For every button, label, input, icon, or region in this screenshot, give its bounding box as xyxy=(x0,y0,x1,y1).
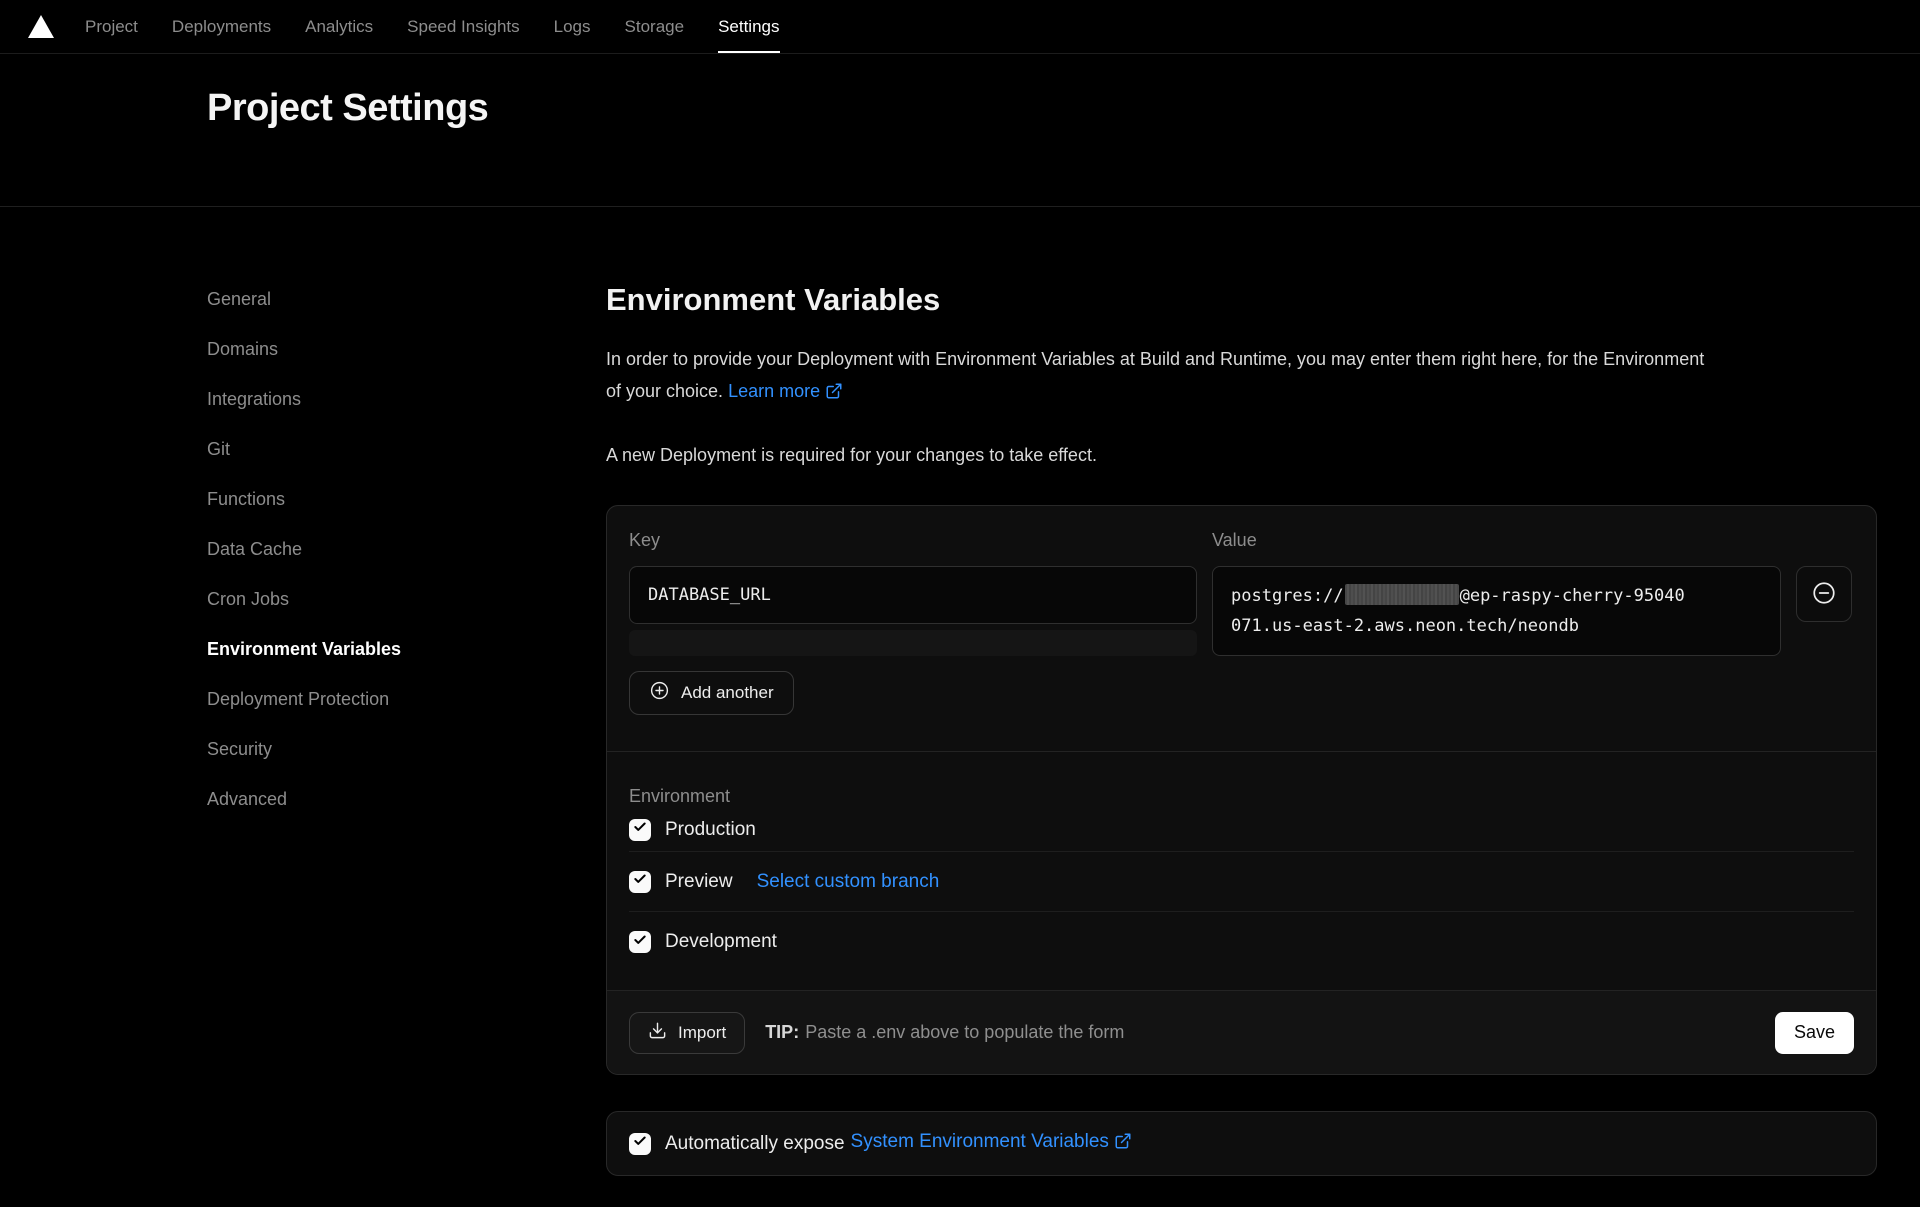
tip-body: Paste a .env above to populate the form xyxy=(805,1022,1124,1042)
redacted-credentials xyxy=(1345,584,1459,605)
download-icon xyxy=(648,1021,667,1045)
sidebar-item-functions[interactable]: Functions xyxy=(207,474,517,524)
value-prefix: postgres:// xyxy=(1231,586,1344,606)
plus-circle-icon xyxy=(649,680,670,706)
key-input[interactable]: DATABASE_URL xyxy=(629,566,1197,624)
development-checkbox[interactable] xyxy=(629,931,651,953)
section-description: In order to provide your Deployment with… xyxy=(606,343,1877,410)
sidebar-item-environment-variables[interactable]: Environment Variables xyxy=(207,624,517,674)
nav-tab-analytics[interactable]: Analytics xyxy=(305,0,373,53)
env-var-form-card: Key Value DATABASE_URL postgres:// @ep-ra… xyxy=(606,505,1877,1075)
description-line-1: In order to provide your Deployment with… xyxy=(606,349,1704,369)
system-env-card: Automatically expose System Environment … xyxy=(606,1111,1877,1176)
sidebar-item-domains[interactable]: Domains xyxy=(207,324,517,374)
checkmark-icon xyxy=(633,1134,647,1153)
checkmark-icon xyxy=(633,820,647,839)
system-env-link[interactable]: System Environment Variables xyxy=(851,1131,1132,1156)
add-another-button[interactable]: Add another xyxy=(629,671,794,715)
sidebar-item-integrations[interactable]: Integrations xyxy=(207,374,517,424)
value-line-1: postgres:// @ep-raspy-cherry-95040 xyxy=(1231,581,1762,611)
value-input[interactable]: postgres:// @ep-raspy-cherry-95040 071.us… xyxy=(1212,566,1781,656)
nav-tab-project[interactable]: Project xyxy=(85,0,138,53)
external-link-icon xyxy=(1114,1132,1132,1156)
description-line-2: of your choice. xyxy=(606,381,723,401)
tip-bold: TIP: xyxy=(765,1022,799,1042)
section-heading: Environment Variables xyxy=(606,280,1877,320)
settings-sidebar: General Domains Integrations Git Functio… xyxy=(207,274,517,824)
page-title: Project Settings xyxy=(207,87,488,130)
environment-label: Environment xyxy=(629,786,1854,808)
nav-tab-speed-insights[interactable]: Speed Insights xyxy=(407,0,519,53)
import-button[interactable]: Import xyxy=(629,1012,745,1054)
env-row-production: Production xyxy=(629,808,1854,852)
key-input-strip xyxy=(629,630,1197,656)
value-label: Value xyxy=(1212,530,1781,552)
sidebar-item-data-cache[interactable]: Data Cache xyxy=(207,524,517,574)
external-link-icon xyxy=(825,378,843,410)
nav-items: Project Deployments Analytics Speed Insi… xyxy=(85,0,780,53)
add-row: Add another xyxy=(607,656,1876,715)
production-checkbox[interactable] xyxy=(629,819,651,841)
checkmark-icon xyxy=(633,933,647,952)
page-header: Project Settings xyxy=(0,54,1920,206)
preview-checkbox[interactable] xyxy=(629,871,651,893)
learn-more-link[interactable]: Learn more xyxy=(728,381,843,401)
value-suffix: @ep-raspy-cherry-95040 xyxy=(1460,586,1685,606)
save-button[interactable]: Save xyxy=(1775,1012,1854,1054)
tip-text: TIP: Paste a .env above to populate the f… xyxy=(765,1022,1124,1043)
sidebar-item-cron-jobs[interactable]: Cron Jobs xyxy=(207,574,517,624)
form-top: Key Value DATABASE_URL postgres:// @ep-ra… xyxy=(607,506,1876,656)
env-row-preview: Preview Select custom branch xyxy=(629,852,1854,912)
minus-circle-icon xyxy=(1811,580,1837,609)
nav-tab-settings[interactable]: Settings xyxy=(718,0,779,53)
key-label: Key xyxy=(629,530,1197,552)
learn-more-label: Learn more xyxy=(728,381,820,401)
key-column: DATABASE_URL xyxy=(629,566,1197,656)
checkmark-icon xyxy=(633,872,647,891)
preview-label: Preview xyxy=(665,871,733,893)
nav-tab-storage[interactable]: Storage xyxy=(625,0,685,53)
vercel-logo-icon[interactable] xyxy=(28,15,54,38)
nav-tab-deployments[interactable]: Deployments xyxy=(172,0,271,53)
development-label: Development xyxy=(665,931,777,953)
main-content: Environment Variables In order to provid… xyxy=(606,280,1877,1176)
add-another-label: Add another xyxy=(681,683,774,703)
deployment-note: A new Deployment is required for your ch… xyxy=(606,439,1877,471)
sidebar-item-advanced[interactable]: Advanced xyxy=(207,774,517,824)
top-navbar: Project Deployments Analytics Speed Insi… xyxy=(0,0,1920,54)
system-env-checkbox[interactable] xyxy=(629,1133,651,1155)
env-row-development: Development xyxy=(629,912,1854,972)
environment-section: Environment Production Preview Select cu… xyxy=(607,751,1876,972)
sidebar-item-security[interactable]: Security xyxy=(207,724,517,774)
sidebar-item-general[interactable]: General xyxy=(207,274,517,324)
system-env-text: Automatically expose xyxy=(665,1133,845,1155)
import-label: Import xyxy=(678,1023,726,1043)
select-custom-branch-link[interactable]: Select custom branch xyxy=(757,871,940,893)
sidebar-item-deployment-protection[interactable]: Deployment Protection xyxy=(207,674,517,724)
system-env-link-label: System Environment Variables xyxy=(851,1131,1109,1152)
header-divider xyxy=(0,206,1920,207)
remove-variable-button[interactable] xyxy=(1796,566,1852,622)
value-line-2: 071.us-east-2.aws.neon.tech/neondb xyxy=(1231,611,1762,641)
nav-tab-logs[interactable]: Logs xyxy=(554,0,591,53)
form-footer: Import TIP: Paste a .env above to populat… xyxy=(607,990,1876,1074)
sidebar-item-git[interactable]: Git xyxy=(207,424,517,474)
production-label: Production xyxy=(665,819,756,841)
